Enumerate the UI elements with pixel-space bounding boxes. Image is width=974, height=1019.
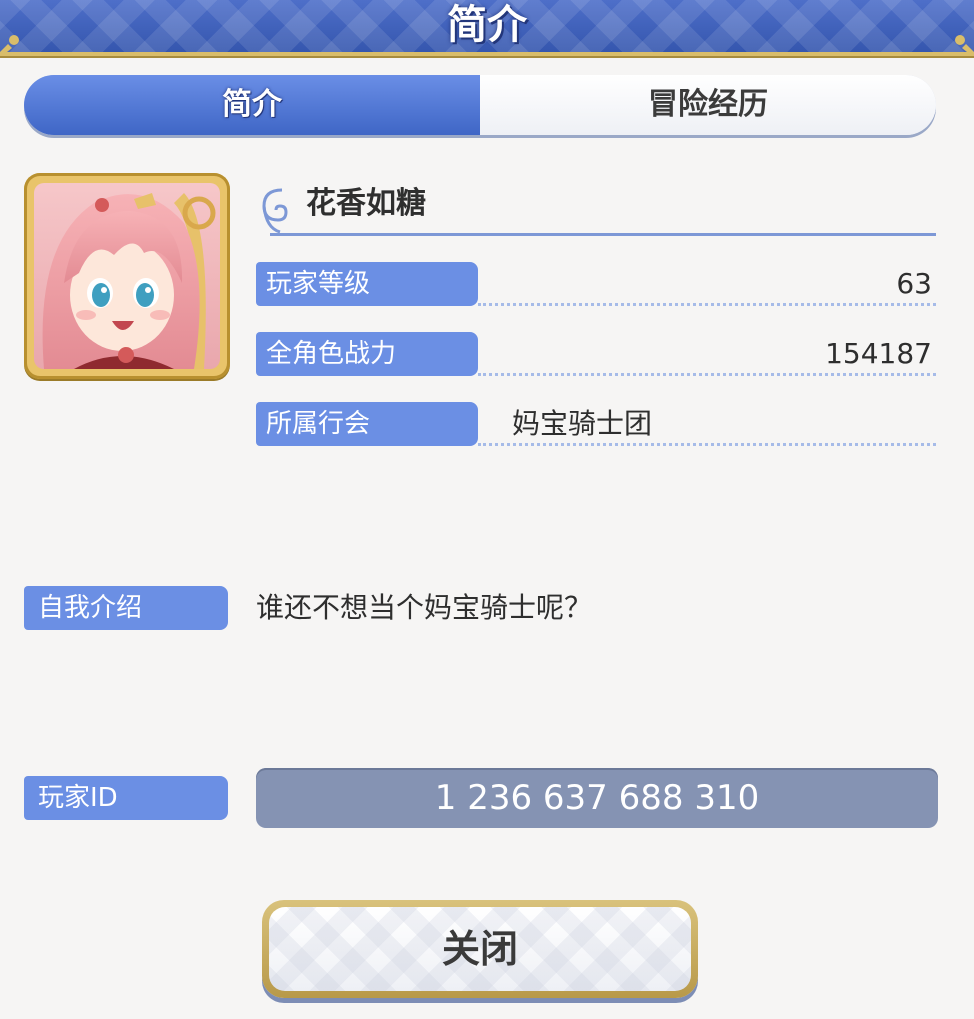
dialog-title: 简介 — [447, 2, 527, 48]
intro-text: 谁还不想当个妈宝骑士呢？ — [256, 591, 593, 624]
close-button-label: 关闭 — [269, 907, 691, 991]
avatar[interactable] — [24, 173, 230, 379]
divider — [478, 303, 936, 306]
player-id-label: 玩家ID — [24, 776, 228, 820]
stat-row-level: 玩家等级 63 — [256, 262, 936, 306]
dialog-header: 简介 — [0, 0, 974, 56]
stat-label-power: 全角色战力 — [256, 332, 478, 376]
stat-row-guild: 所属行会 妈宝骑士团 — [256, 402, 936, 446]
stat-row-power: 全角色战力 154187 — [256, 332, 936, 376]
tab-profile[interactable]: 简介 — [24, 75, 480, 135]
profile-tabs: 简介 冒险经历 — [24, 75, 936, 135]
corner-ornament-icon — [955, 35, 974, 56]
stat-value-level: 63 — [896, 267, 932, 300]
stat-value-guild[interactable]: 妈宝骑士团 — [512, 402, 652, 446]
player-name-row: 花香如糖 — [256, 180, 936, 236]
tab-adventure-history[interactable]: 冒险经历 — [480, 75, 936, 135]
close-button[interactable]: 关闭 — [262, 900, 698, 998]
player-id-value[interactable]: 1 236 637 688 310 — [256, 768, 938, 828]
corner-ornament-icon — [0, 35, 19, 56]
stat-label-level: 玩家等级 — [256, 262, 478, 306]
stat-label-guild: 所属行会 — [256, 402, 478, 446]
character-portrait-icon — [34, 183, 220, 369]
intro-label: 自我介绍 — [24, 586, 228, 630]
flourish-icon — [262, 188, 288, 234]
stat-value-power: 154187 — [825, 337, 932, 370]
player-name: 花香如糖 — [306, 186, 426, 221]
name-underline — [270, 233, 936, 236]
profile-dialog: 简介 简介 冒险经历 花香如糖 玩家等级 63 全角色战力 154187 所属行… — [0, 0, 974, 1019]
